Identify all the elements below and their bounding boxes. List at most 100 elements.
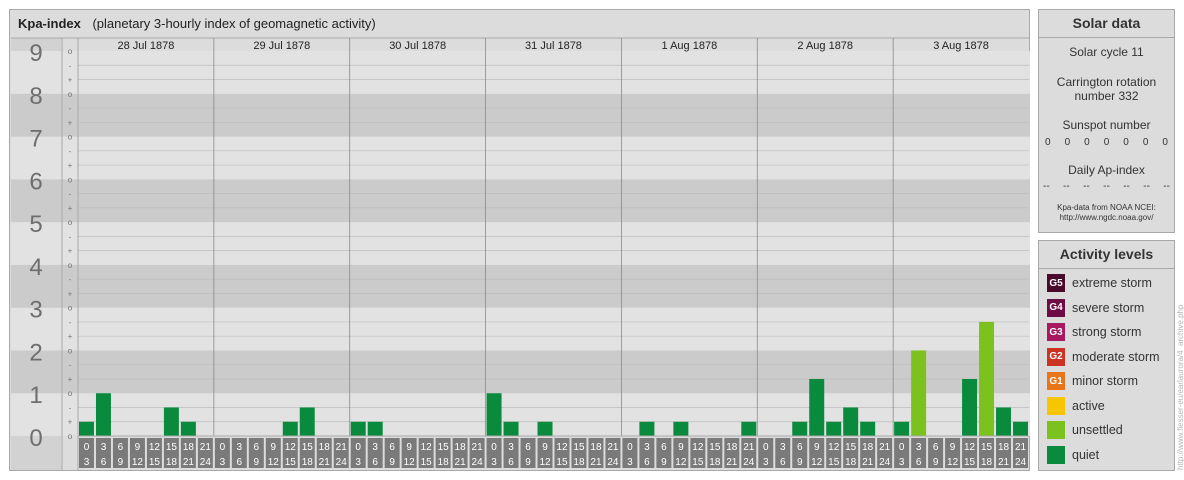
hour-label: 3 (508, 442, 514, 453)
hour-label: 3 (237, 442, 243, 453)
hour-label: 15 (692, 457, 704, 468)
hour-label: 9 (271, 442, 277, 453)
hour-label: 18 (573, 457, 585, 468)
activity-level-item: G5 extreme storm (1047, 274, 1152, 292)
hour-label: 3 (355, 457, 361, 468)
hour-label: 12 (964, 442, 976, 453)
hour-label: 9 (389, 457, 395, 468)
kp-bar (486, 393, 502, 436)
solar-cycle: Solar cycle 11 (1069, 45, 1144, 59)
hour-label: 21 (1015, 442, 1027, 453)
grid-band (11, 222, 1030, 265)
hour-label: 9 (950, 442, 956, 453)
activity-levels-panel: Activity levels G5 extreme storm G4 severe … (1038, 240, 1175, 471)
activity-level-label: minor storm (1072, 374, 1138, 388)
kp-bar (350, 421, 366, 436)
solar-data-panel: Solar data Solar cycle 11 Carrington rot… (1038, 9, 1175, 233)
y-tick-label: 9 (29, 40, 42, 67)
y-minor-tick: + (68, 332, 73, 341)
hour-label: 21 (590, 457, 602, 468)
day-label: 3 Aug 1878 (933, 40, 989, 52)
y-tick-label: 0 (29, 425, 42, 452)
hour-label: 0 (355, 442, 361, 453)
ap-value: -- (1083, 181, 1090, 192)
activity-level-swatch: G4 (1047, 298, 1065, 317)
y-minor-tick: o (68, 133, 73, 142)
ap-values: -- -- -- -- -- -- -- (1043, 181, 1170, 192)
y-minor-tick: - (69, 403, 72, 412)
hour-label: 21 (726, 457, 738, 468)
y-minor-tick: o (68, 47, 73, 56)
hour-label: 18 (845, 457, 857, 468)
y-tick-label: 3 (29, 297, 42, 324)
grid-band (11, 51, 1030, 94)
hour-label: 12 (268, 457, 280, 468)
y-minor-tick: - (69, 275, 72, 284)
activity-level-label: unsettled (1072, 423, 1123, 437)
hour-label: 21 (743, 442, 755, 453)
hour-label: 3 (101, 442, 107, 453)
solar-data-title: Solar data (1039, 10, 1174, 38)
kp-bar (180, 421, 196, 436)
kp-bar (79, 421, 94, 436)
hour-label: 18 (726, 442, 738, 453)
y-minor-tick: + (68, 375, 73, 384)
source-line2: http://www.ngdc.noaa.gov/ (1059, 213, 1154, 222)
hour-label: 15 (285, 457, 297, 468)
kp-bar (537, 421, 553, 436)
hour-label: 15 (573, 442, 585, 453)
hour-label: 9 (525, 457, 531, 468)
kp-bar (809, 378, 825, 436)
y-minor-tick: + (68, 204, 73, 213)
sunspot-value: 0 (1045, 137, 1051, 148)
hour-label: 12 (539, 457, 551, 468)
y-minor-tick: + (68, 161, 73, 170)
hour-label: 18 (438, 457, 450, 468)
hour-label: 18 (981, 457, 993, 468)
kp-bar (282, 421, 298, 436)
hour-label: 6 (254, 442, 260, 453)
hour-label: 12 (285, 442, 297, 453)
hour-label: 3 (627, 457, 633, 468)
sunspot-value: 0 (1084, 137, 1090, 148)
y-tick-label: 5 (29, 211, 42, 238)
hour-label: 12 (947, 457, 959, 468)
y-minor-tick: + (68, 418, 73, 427)
hour-label: 24 (607, 457, 619, 468)
sunspot-value: 0 (1123, 137, 1129, 148)
sunspot-value: 0 (1142, 137, 1149, 148)
hour-label: 15 (438, 442, 450, 453)
hour-label: 12 (149, 442, 161, 453)
hour-label: 0 (220, 442, 226, 453)
day-label: 1 Aug 1878 (662, 40, 718, 52)
day-label: 31 Jul 1878 (525, 40, 582, 52)
hour-label: 15 (981, 442, 993, 453)
kp-bar (962, 378, 978, 436)
day-label: 2 Aug 1878 (797, 40, 853, 52)
hour-label: 9 (933, 457, 939, 468)
hour-label: 6 (916, 457, 922, 468)
activity-level-swatch (1047, 421, 1065, 439)
hour-label: 15 (149, 457, 161, 468)
activity-level-label: extreme storm (1072, 276, 1152, 290)
kp-bar (367, 421, 383, 436)
hour-label: 9 (542, 442, 548, 453)
sunspot-value: 0 (1103, 137, 1110, 148)
kp-bar (741, 421, 757, 436)
kp-bar (639, 421, 655, 436)
hour-label: 3 (899, 457, 905, 468)
carrington-rotation: Carrington rotation number 332 (1041, 75, 1172, 103)
y-minor-tick: + (68, 76, 73, 85)
activity-level-swatch: G5 (1047, 274, 1065, 292)
hour-label: 6 (372, 457, 378, 468)
grid-band (11, 136, 1030, 180)
y-minor-tick: o (68, 175, 73, 184)
hour-label: 12 (404, 457, 416, 468)
kp-bar (95, 393, 111, 436)
hour-label: 18 (862, 442, 874, 453)
hour-label: 21 (455, 457, 467, 468)
hour-label: 24 (1015, 457, 1027, 468)
kp-bar (163, 407, 179, 436)
hour-label: 21 (472, 442, 484, 453)
hour-label: 12 (421, 442, 433, 453)
